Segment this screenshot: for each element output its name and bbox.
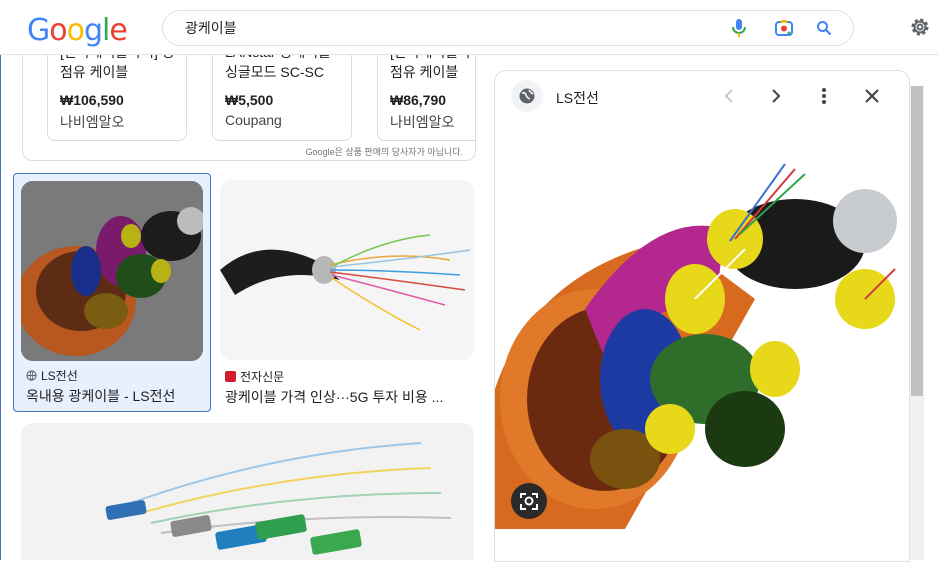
lens-search-icon[interactable] — [511, 483, 547, 519]
mic-icon[interactable] — [728, 17, 750, 39]
gear-icon[interactable] — [908, 15, 932, 39]
site-favicon-icon — [225, 371, 236, 382]
result-thumbnail — [21, 181, 203, 361]
camera-icon[interactable] — [773, 17, 795, 39]
page-edge — [0, 54, 1, 560]
chevron-right-icon[interactable] — [764, 84, 788, 108]
image-result-selected[interactable]: LS전선 옥내용 광케이블 - LS전선 — [13, 173, 211, 412]
google-logo[interactable]: Google — [27, 13, 128, 48]
close-icon[interactable] — [860, 84, 884, 108]
image-result-thumbnail[interactable] — [21, 423, 474, 560]
panel-source-name[interactable]: LS전선 — [556, 88, 599, 108]
globe-icon — [26, 370, 37, 381]
more-vert-icon[interactable] — [812, 84, 836, 108]
result-thumbnail — [220, 180, 474, 360]
result-title: 광케이블 가격 인상···5G 투자 비용 ... — [225, 389, 444, 405]
top-bar: Google — [0, 0, 938, 55]
search-box — [162, 10, 854, 46]
globe-icon — [511, 80, 543, 112]
chevron-left-icon[interactable] — [717, 84, 741, 108]
product-price: ₩86,790 — [390, 92, 447, 108]
shopping-disclaimer: Google은 상품 판매의 당사자가 아닙니다. — [305, 147, 463, 157]
product-price: ₩5,500 — [225, 92, 274, 108]
product-price: ₩106,590 — [60, 92, 124, 108]
result-source: 전자신문 — [225, 368, 284, 385]
preview-image[interactable] — [495, 129, 909, 529]
panel-header: LS전선 — [495, 71, 909, 123]
scrollbar[interactable] — [910, 86, 924, 560]
preview-panel: LS전선 — [494, 70, 910, 562]
image-result[interactable]: 전자신문 광케이블 가격 인상···5G 투자 비용 ... — [220, 180, 474, 410]
product-store: 나비엠알오 — [60, 114, 125, 130]
search-icon[interactable] — [813, 17, 835, 39]
scrollbar-thumb[interactable] — [911, 86, 923, 396]
result-source: LS전선 — [26, 367, 78, 384]
result-title: 옥내용 광케이블 - LS전선 — [26, 388, 176, 404]
search-input[interactable] — [183, 17, 707, 39]
product-store: 나비엠알오 — [390, 114, 455, 130]
product-store: Coupang — [225, 112, 282, 128]
